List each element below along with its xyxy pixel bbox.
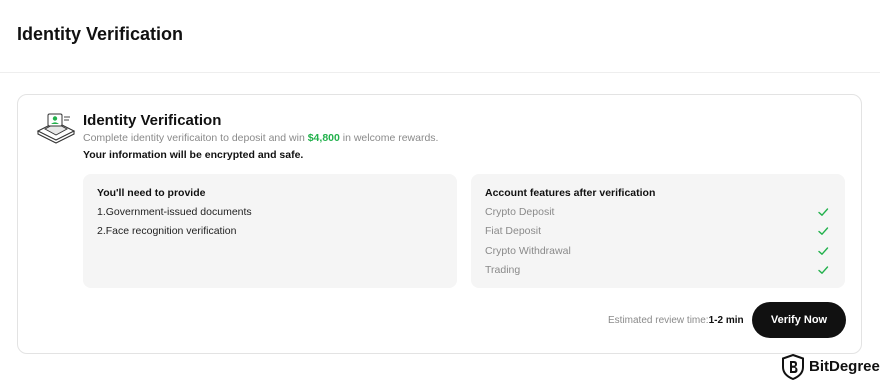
feature-label: Crypto Withdrawal — [485, 245, 571, 257]
check-icon — [818, 227, 829, 235]
requirement-item: 1.Government-issued documents — [97, 206, 252, 218]
check-icon — [818, 208, 829, 216]
check-icon — [818, 247, 829, 255]
description-text-end: in welcome rewards. — [339, 132, 439, 144]
review-time-value: 1-2 min — [708, 315, 744, 326]
encryption-note: Your information will be encrypted and s… — [83, 149, 304, 161]
check-icon — [818, 266, 829, 274]
feature-label: Fiat Deposit — [485, 225, 542, 237]
card-title: Identity Verification — [83, 112, 222, 129]
requirements-panel: You'll need to provide 1.Government-issu… — [83, 174, 457, 288]
features-heading: Account features after verification — [485, 187, 656, 199]
page-header: Identity Verification — [0, 0, 880, 73]
feature-label: Crypto Deposit — [485, 206, 555, 218]
id-card-illustration-icon — [36, 113, 76, 144]
bitdegree-shield-icon — [782, 354, 804, 380]
page-title: Identity Verification — [17, 24, 184, 44]
feature-item: Crypto Withdrawal — [485, 245, 829, 259]
requirement-item: 2.Face recognition verification — [97, 225, 237, 237]
features-panel: Account features after verification Cryp… — [471, 174, 845, 288]
card-description: Complete identity verificaiton to deposi… — [83, 132, 438, 144]
bitdegree-watermark: BitDegree — [781, 353, 880, 381]
feature-item: Fiat Deposit — [485, 225, 829, 239]
watermark-text: BitDegree — [809, 358, 880, 375]
verify-now-button[interactable]: Verify Now — [752, 302, 846, 338]
description-text-start: Complete identity verificaiton to deposi… — [83, 132, 308, 144]
requirements-heading: You'll need to provide — [97, 187, 206, 199]
identity-verification-card: Identity Verification Complete identity … — [17, 94, 862, 354]
feature-item: Trading — [485, 264, 829, 278]
review-label: Estimated review time: — [608, 315, 709, 326]
feature-label: Trading — [485, 264, 521, 276]
reward-amount: $4,800 — [307, 132, 340, 144]
feature-item: Crypto Deposit — [485, 206, 829, 220]
estimated-review-time: Estimated review time:1-2 min — [608, 315, 744, 326]
